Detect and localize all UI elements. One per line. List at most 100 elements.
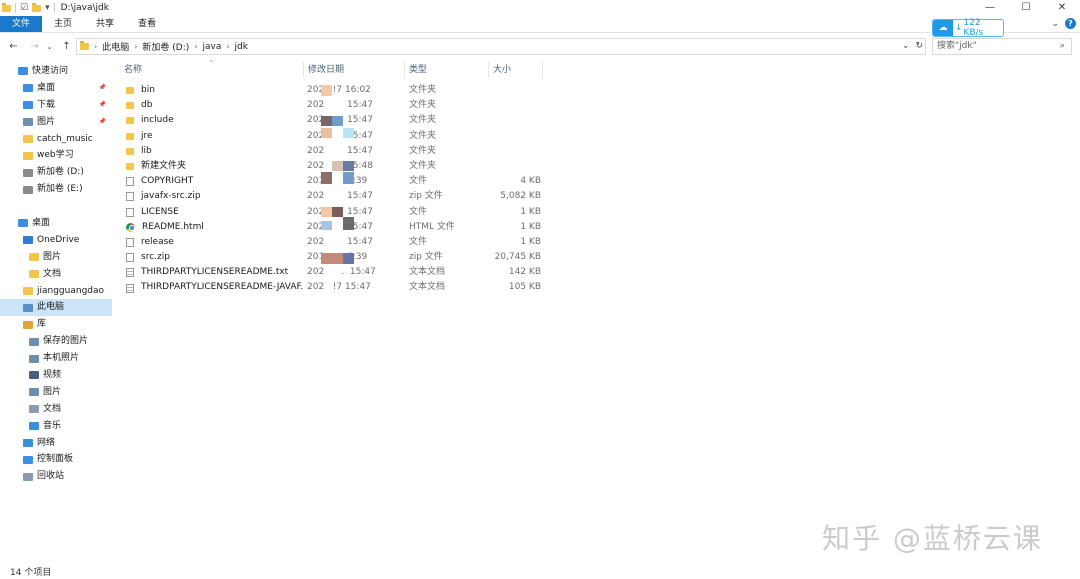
table-row[interactable]: db 202 15:47 文件夹 (120, 98, 550, 113)
status-item-count: 14 个项目 (10, 568, 52, 578)
sidebar-item-label: 文档 (43, 403, 62, 414)
column-header-date[interactable]: 修改日期 (304, 62, 405, 78)
table-row[interactable]: release 202 15:47 文件 1 KB (120, 235, 550, 250)
folder-icon (126, 117, 134, 125)
sidebar-item[interactable]: 本机照片 (0, 350, 112, 367)
column-header-type[interactable]: 类型 (405, 62, 489, 78)
sidebar-item[interactable]: 图片 📌 (0, 114, 112, 131)
sidebar-item[interactable]: 图片 (0, 249, 112, 266)
sidebar-item[interactable]: 此电脑 (0, 299, 112, 317)
breadcrumb-drive-d[interactable]: 新加卷 (D:) (137, 40, 194, 53)
sidebar-item[interactable]: 音乐 (0, 418, 112, 435)
properties-icon[interactable]: ☑ (20, 0, 28, 16)
table-row[interactable]: bin 202 !7 16:02 文件夹 (120, 83, 550, 98)
file-name: LICENSE (141, 206, 179, 217)
watermark: 知乎 @蓝桥云课 (822, 522, 1043, 555)
sidebar-item[interactable]: 快速访问 (0, 63, 112, 80)
table-row[interactable]: lib 202 15:47 文件夹 (120, 144, 550, 159)
table-row[interactable]: COPYRIGHT 201 6:39 文件 4 KB (120, 174, 550, 189)
sidebar-item[interactable]: 文档 (0, 401, 112, 418)
breadcrumb-separator: › (94, 42, 98, 51)
folder-icon (29, 253, 39, 262)
network-speed-badge[interactable]: ☁ ↓ 122 KB/s (932, 18, 1004, 38)
title-bar: ☑ ▾ D:\java\jdk — ☐ ✕ (0, 0, 1080, 16)
back-button[interactable]: ← (7, 41, 20, 52)
sidebar-item[interactable]: 图片 (0, 384, 112, 401)
tab-view[interactable]: 查看 (126, 16, 168, 32)
table-row[interactable]: javafx-src.zip 202 15:47 zip 文件 5,082 KB (120, 189, 550, 204)
refresh-icon[interactable]: ↻ (915, 39, 923, 54)
file-name: 新建文件夹 (141, 160, 187, 171)
forward-button[interactable]: → (28, 41, 41, 52)
expand-ribbon-icon[interactable]: ⌄ (1051, 19, 1059, 29)
help-icon[interactable]: ? (1065, 18, 1076, 29)
sidebar-item-label: 文档 (43, 268, 62, 279)
sidebar-item-label: 下载 (37, 99, 56, 110)
video-icon (29, 371, 39, 380)
sidebar-item[interactable]: catch_music (0, 131, 112, 148)
file-name: src.zip (141, 252, 170, 263)
table-row[interactable]: THIRDPARTYLICENSEREADME-JAVAF... 202 !7 1… (120, 280, 550, 295)
sidebar-item[interactable]: 桌面 📌 (0, 80, 112, 97)
file-size: 1 KB (520, 221, 541, 232)
customize-toolbar-icon[interactable]: ▾ (45, 0, 50, 16)
file-type: 文件夹 (409, 145, 437, 156)
folder-icon (126, 102, 134, 110)
file-size: 1 KB (520, 236, 541, 247)
pin-icon: 📌 (98, 100, 106, 108)
onedrive-icon (23, 236, 33, 245)
column-header-row: ⌃ 名称 修改日期 类型 大小 (120, 59, 550, 78)
search-input[interactable]: 搜索"jdk" ⌕ (932, 38, 1072, 55)
minimize-button[interactable]: — (972, 0, 1008, 16)
up-button[interactable]: ↑ (60, 41, 73, 52)
sidebar-item-label: 库 (37, 319, 47, 330)
table-row[interactable]: README.html 202 15:47 HTML 文件 1 KB (120, 220, 550, 235)
sidebar-item[interactable]: 下载 📌 (0, 97, 112, 114)
file-type: 文本文档 (409, 282, 446, 293)
sidebar-item[interactable]: 回收站 (0, 468, 112, 485)
pin-icon: 📌 (98, 117, 106, 125)
sidebar-item[interactable]: OneDrive (0, 232, 112, 249)
file-name-cell: include (120, 113, 304, 128)
file-name-cell: jre (120, 129, 304, 144)
table-row[interactable]: THIRDPARTYLICENSEREADME.txt 202 . 15:47 文本… (120, 265, 550, 280)
file-type: 文件夹 (409, 115, 437, 126)
tab-file[interactable]: 文件 (0, 16, 43, 32)
breadcrumb-jdk[interactable]: jdk (230, 42, 253, 52)
user-folder-icon (23, 287, 33, 296)
tab-home[interactable]: 主页 (42, 16, 84, 32)
pictures-icon (23, 118, 33, 127)
mosaic-block (332, 207, 343, 217)
tab-share[interactable]: 共享 (84, 16, 126, 32)
sidebar-item[interactable]: 库 (0, 316, 112, 333)
sidebar-item[interactable]: 文档 (0, 266, 112, 283)
file-name: COPYRIGHT (141, 176, 194, 187)
column-header-size[interactable]: 大小 (489, 62, 543, 78)
breadcrumb-this-pc[interactable]: 此电脑 (97, 40, 134, 53)
close-button[interactable]: ✕ (1044, 0, 1080, 16)
sidebar-item[interactable]: jiangguangdao (0, 283, 112, 300)
sidebar-item-label: 桌面 (32, 218, 51, 229)
sidebar-item[interactable]: 新加卷 (E:) (0, 181, 112, 198)
folder-icon (126, 163, 134, 171)
recent-locations-icon[interactable]: ⌄ (43, 43, 56, 51)
file-size (489, 129, 541, 144)
sidebar-item[interactable]: 控制面板 (0, 451, 112, 468)
navigation-pane: 快速访问 桌面 📌 下载 📌 图片 📌 catch_music web学习 新加卷 (D:) 新加卷… (0, 63, 112, 563)
breadcrumb-java[interactable]: java (197, 42, 226, 52)
sidebar-item[interactable]: 视频 (0, 367, 112, 384)
sidebar-item[interactable]: 新加卷 (D:) (0, 164, 112, 181)
new-folder-icon[interactable] (32, 2, 42, 12)
pin-icon: 📌 (98, 83, 106, 91)
sidebar-item[interactable]: web学习 (0, 147, 112, 164)
address-bar[interactable]: › 此电脑 › 新加卷 (D:) › java › jdk ⌄ ↻ (76, 38, 926, 55)
sidebar-item[interactable]: 桌面 (0, 215, 112, 232)
table-row[interactable]: jre 202 15:47 文件夹 (120, 129, 550, 144)
address-history-icon[interactable]: ⌄ (902, 39, 910, 54)
sidebar-item[interactable]: 保存的图片 (0, 333, 112, 350)
maximize-button[interactable]: ☐ (1008, 0, 1044, 16)
sidebar-item[interactable]: 网络 (0, 435, 112, 452)
file-name-cell: db (120, 98, 304, 113)
file-type: 文件夹 (409, 100, 437, 111)
computer-icon (23, 303, 33, 312)
